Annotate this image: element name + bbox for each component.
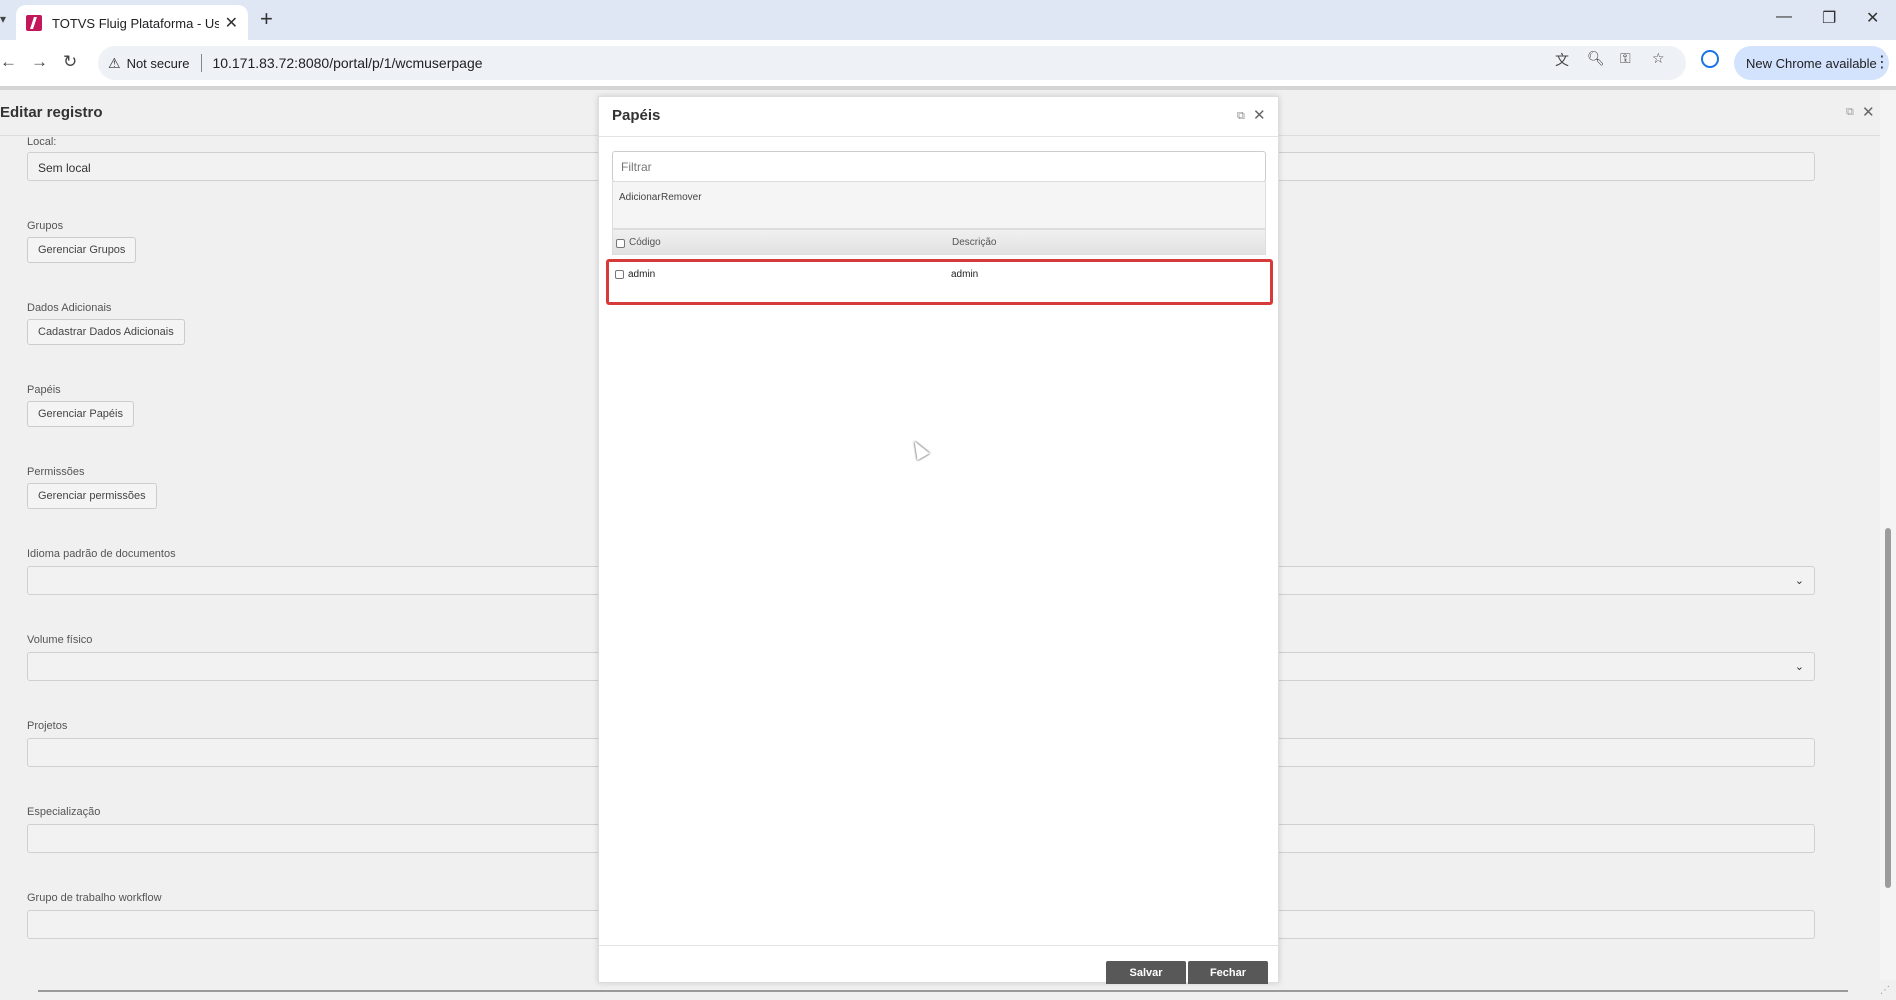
- select-all-checkbox[interactable]: [616, 239, 625, 248]
- modal-footer: Salvar Fechar: [599, 945, 1278, 984]
- manage-groups-button[interactable]: Gerenciar Grupos: [27, 237, 137, 263]
- bookmark-star-icon[interactable]: ☆: [1652, 50, 1665, 67]
- address-divider: [201, 54, 203, 72]
- volume-label: Volume físico: [27, 634, 93, 646]
- profile-icon[interactable]: [1701, 50, 1719, 68]
- remove-button[interactable]: Remover: [661, 192, 702, 203]
- restore-icon[interactable]: ❐: [1822, 8, 1836, 28]
- modal-header: Papéis ⧉ ✕: [599, 97, 1278, 137]
- projects-label: Projetos: [27, 720, 68, 732]
- local-label: Local:: [27, 136, 57, 148]
- security-label[interactable]: Not secure: [127, 56, 190, 71]
- browser-titlebar: ▾ TOTVS Fluig Plataforma - Usuár ✕ + — ❐…: [0, 0, 1896, 41]
- roles-action-bar: Adicionar Remover: [612, 181, 1266, 229]
- workflow-group-label: Grupo de trabalho workflow: [27, 892, 162, 904]
- save-button[interactable]: Salvar: [1106, 961, 1186, 984]
- reload-icon[interactable]: ↻: [63, 52, 77, 72]
- page-title: Editar registro: [0, 104, 103, 121]
- open-external-icon[interactable]: ⧉: [1237, 110, 1245, 123]
- column-description[interactable]: Descrição: [952, 237, 996, 248]
- forward-icon[interactable]: →: [31, 52, 48, 72]
- permissions-label: Permissões: [27, 466, 85, 478]
- filter-input[interactable]: [612, 151, 1266, 182]
- chevron-down-icon: ⌄: [1794, 661, 1804, 673]
- highlight-box: [606, 259, 1273, 305]
- update-chrome-button[interactable]: New Chrome available: [1734, 46, 1889, 80]
- minimize-icon[interactable]: —: [1776, 8, 1792, 26]
- tab-scroll-icon[interactable]: ▾: [0, 12, 6, 26]
- modal-title: Papéis: [612, 107, 661, 124]
- scrollbar-track[interactable]: [38, 990, 1848, 992]
- address-bar[interactable]: ⚠ Not secure 10.171.83.72:8080/portal/p/…: [98, 46, 1686, 80]
- warning-icon[interactable]: ⚠: [108, 55, 121, 72]
- open-external-icon[interactable]: ⧉: [1846, 106, 1854, 119]
- window-close-icon[interactable]: ✕: [1866, 8, 1879, 28]
- resize-grip-icon: ⋰: [1880, 985, 1890, 996]
- page-close-icon[interactable]: ✕: [1862, 103, 1875, 121]
- browser-toolbar: ← → ↻ ⚠ Not secure 10.171.83.72:8080/por…: [0, 40, 1896, 86]
- column-code[interactable]: Código: [629, 237, 661, 248]
- modal-close-icon[interactable]: ✕: [1253, 106, 1266, 124]
- groups-label: Grupos: [27, 220, 64, 232]
- scrollbar-thumb[interactable]: [1885, 528, 1891, 888]
- additional-data-label: Dados Adicionais: [27, 302, 112, 314]
- fluig-favicon-icon: [26, 15, 42, 31]
- translate-icon[interactable]: 文: [1555, 50, 1569, 70]
- manage-roles-button[interactable]: Gerenciar Papéis: [27, 401, 134, 427]
- tab-close-icon[interactable]: ✕: [225, 13, 238, 33]
- add-button[interactable]: Adicionar: [619, 192, 661, 203]
- close-button[interactable]: Fechar: [1188, 961, 1268, 984]
- chevron-down-icon: ⌄: [1794, 575, 1804, 587]
- back-icon[interactable]: ←: [0, 52, 17, 72]
- browser-tab[interactable]: TOTVS Fluig Plataforma - Usuár ✕: [16, 5, 248, 41]
- vertical-scrollbar[interactable]: [1880, 90, 1896, 980]
- language-label: Idioma padrão de documentos: [27, 548, 176, 560]
- specialization-label: Especialização: [27, 806, 101, 818]
- tab-title: TOTVS Fluig Plataforma - Usuár: [52, 15, 219, 31]
- chrome-menu-icon[interactable]: ⋮: [1874, 52, 1890, 72]
- url-text[interactable]: 10.171.83.72:8080/portal/p/1/wcmuserpage: [212, 55, 482, 71]
- zoom-icon[interactable]: 🔍︎: [1587, 50, 1605, 67]
- new-tab-icon[interactable]: +: [260, 6, 273, 32]
- roles-modal: Papéis ⧉ ✕ Adicionar Remover Código Desc…: [598, 96, 1279, 984]
- roles-table-header: Código Descrição: [612, 229, 1266, 255]
- roles-label: Papéis: [27, 384, 61, 396]
- password-key-icon[interactable]: ⚿: [1620, 50, 1631, 67]
- horizontal-scrollbar[interactable]: [0, 980, 1880, 1000]
- manage-permissions-button[interactable]: Gerenciar permissões: [27, 483, 157, 509]
- additional-data-button[interactable]: Cadastrar Dados Adicionais: [27, 319, 185, 345]
